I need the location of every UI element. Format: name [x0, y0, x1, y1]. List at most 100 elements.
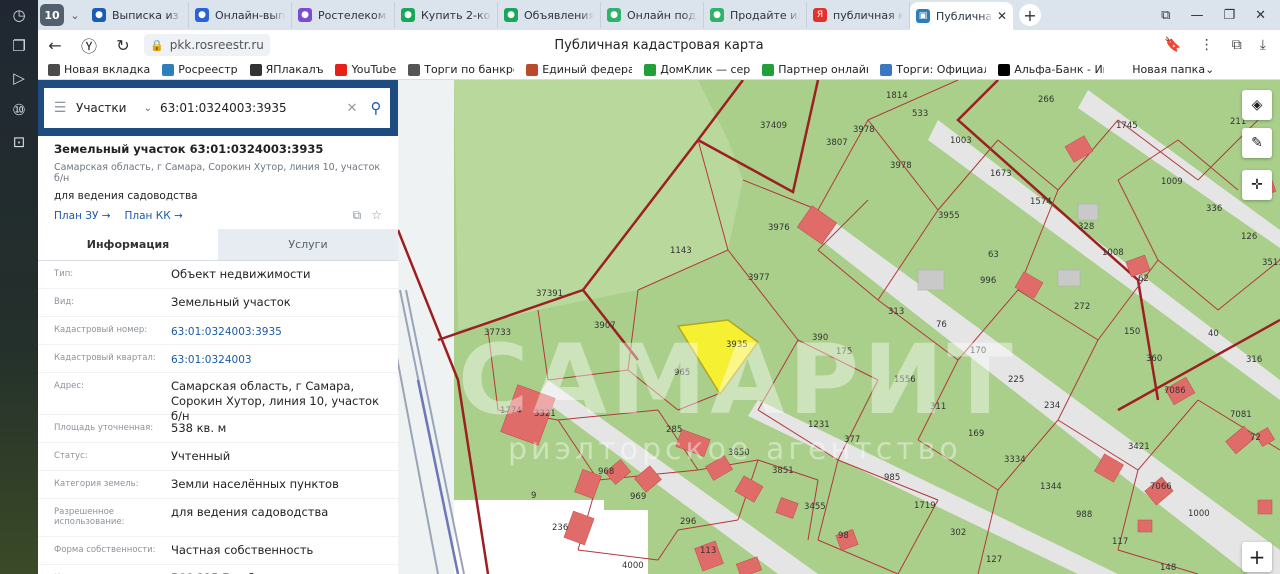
yandex-icon[interactable]: Ⓨ: [72, 33, 106, 57]
menu-icon[interactable]: ☰: [44, 100, 76, 116]
zoom-in-button[interactable]: +: [1242, 542, 1272, 572]
bookmark-item[interactable]: Альфа-Банк - Интернет: [998, 63, 1104, 76]
parcel-label[interactable]: 72: [1250, 433, 1261, 443]
parcel-label[interactable]: 3851: [772, 466, 794, 476]
bookmark-item[interactable]: Новая папка ⌄: [1116, 63, 1214, 76]
parcel-label[interactable]: 3421: [1128, 442, 1150, 452]
parcel-label[interactable]: 126: [1241, 232, 1257, 242]
reload-icon[interactable]: ↻: [106, 36, 140, 55]
screenshot-icon[interactable]: ⊡: [0, 126, 38, 158]
parcel-label[interactable]: 1745: [1116, 121, 1138, 131]
parcel-label[interactable]: 296: [680, 517, 696, 527]
parcel-label[interactable]: 313: [888, 307, 904, 317]
bookmark-item[interactable]: Росреестр: [162, 63, 238, 76]
parcel-label[interactable]: 1814: [886, 91, 908, 101]
tab-4[interactable]: ● Объявления: [498, 2, 601, 28]
parcel-label[interactable]: 1008: [1102, 248, 1124, 258]
parcel-label[interactable]: 63: [988, 250, 999, 260]
close-icon[interactable]: ✕: [993, 9, 1007, 23]
bookmark-item[interactable]: ЯПлакалъ: [249, 63, 323, 76]
parcel-label[interactable]: 236: [552, 523, 568, 533]
chevron-down-icon[interactable]: ⌄: [64, 9, 86, 22]
parcel-label[interactable]: 969: [630, 492, 646, 502]
parcel-label[interactable]: 4000: [622, 561, 644, 571]
parcel-label[interactable]: 148: [1160, 563, 1176, 573]
info-value-link[interactable]: 63:01:0324003:3935: [171, 317, 386, 344]
parcel-label[interactable]: 37409: [760, 121, 787, 131]
ruler-icon[interactable]: ✎: [1242, 128, 1272, 158]
parcel-label[interactable]: 3976: [768, 223, 790, 233]
parcel-label[interactable]: 3511: [1262, 258, 1280, 268]
cadastral-map[interactable]: 3740938073978181453326617452112491003397…: [398, 80, 1280, 574]
more-menu-icon[interactable]: ⋮: [1200, 37, 1214, 53]
tab-services[interactable]: Услуги: [218, 229, 398, 260]
bookmark-item[interactable]: Торги: Официальный: [880, 63, 986, 76]
collections-icon[interactable]: ❐: [0, 30, 38, 62]
maximize-icon[interactable]: ❐: [1223, 8, 1235, 23]
parcel-label[interactable]: 266: [1038, 95, 1054, 105]
plan-zu-link[interactable]: План ЗУ →: [54, 210, 111, 222]
bookmark-item[interactable]: Торги по банкротству: [408, 63, 514, 76]
parcel-label[interactable]: 988: [1076, 510, 1092, 520]
star-icon[interactable]: ☆: [371, 208, 382, 223]
restore-pages-icon[interactable]: ⧉: [1161, 8, 1170, 23]
parcel-label[interactable]: 3334: [1004, 455, 1026, 465]
search-input[interactable]: 63:01:0324003:3935: [160, 101, 342, 115]
parcel-label[interactable]: 9: [531, 491, 536, 501]
parcel-label[interactable]: 336: [1206, 204, 1222, 214]
parcel-label[interactable]: 3978: [853, 125, 875, 135]
parcel-label[interactable]: 996: [980, 276, 996, 286]
tab-active[interactable]: ▣ Публичная кадастровая карта ✕: [910, 2, 1013, 30]
bookmark-item[interactable]: Новая вкладка: [48, 63, 150, 76]
new-tab-button[interactable]: +: [1019, 4, 1041, 26]
tab-info[interactable]: Информация: [38, 229, 218, 260]
parcel-label[interactable]: 1000: [1188, 509, 1210, 519]
bookmark-item[interactable]: ДомКлик — сервис: [644, 63, 750, 76]
parcel-label[interactable]: 1673: [990, 169, 1012, 179]
parcel-label[interactable]: 968: [598, 467, 614, 477]
parcel-label[interactable]: 98: [838, 531, 849, 541]
parcel-label[interactable]: 302: [950, 528, 966, 538]
translate-icon[interactable]: ⧉: [1232, 37, 1242, 53]
tab-2[interactable]: ● Ростелеком Бизнес: [292, 2, 395, 28]
locate-icon[interactable]: ✛: [1242, 170, 1272, 200]
parcel-label[interactable]: 127: [986, 555, 1002, 565]
parcel-label[interactable]: 1143: [670, 246, 692, 256]
tab-5[interactable]: ● Онлайн подача: [601, 2, 704, 28]
parcel-label[interactable]: 7081: [1230, 410, 1252, 420]
parcel-label[interactable]: 272: [1074, 302, 1090, 312]
tab-7[interactable]: Япубличная кадастровая: [807, 2, 910, 28]
info-value-link[interactable]: 63:01:0324003: [171, 345, 386, 372]
parcel-label[interactable]: 3977: [748, 273, 770, 283]
clear-icon[interactable]: ✕: [342, 101, 362, 116]
parcel-label[interactable]: 40: [1208, 329, 1219, 339]
bookmark-icon[interactable]: 🔖: [1164, 37, 1181, 53]
search-icon[interactable]: ⚲: [362, 99, 390, 117]
parcel-label[interactable]: 7066: [1150, 482, 1172, 492]
parcel-label[interactable]: 533: [912, 109, 928, 119]
parcel-label[interactable]: 3455: [804, 502, 826, 512]
parcel-label[interactable]: 360: [1146, 354, 1162, 364]
clock-icon[interactable]: ◷: [0, 0, 38, 30]
parcel-label[interactable]: 985: [884, 473, 900, 483]
parcel-label[interactable]: 234: [1044, 401, 1060, 411]
bookmark-item[interactable]: Партнер онлайн: [762, 63, 868, 76]
parcel-label[interactable]: 316: [1246, 355, 1262, 365]
parcel-label[interactable]: 1574: [1030, 197, 1052, 207]
download-icon[interactable]: ⤓: [1260, 37, 1266, 53]
parcel-label[interactable]: 1003: [950, 136, 972, 146]
parcel-label[interactable]: 3955: [938, 211, 960, 221]
parcel-label[interactable]: 1009: [1161, 177, 1183, 187]
tab-3[interactable]: ● Купить 2-комнатную: [395, 2, 498, 28]
parcel-label[interactable]: 117: [1112, 537, 1128, 547]
layers-icon[interactable]: ◈: [1242, 90, 1272, 120]
bookmark-item[interactable]: YouTube: [335, 63, 396, 76]
tab-1[interactable]: ● Онлайн-выписка: [189, 2, 292, 28]
play-icon[interactable]: ▷: [0, 62, 38, 94]
tab-0[interactable]: ● Выписка из ЕГРН: [86, 2, 189, 28]
back-arrow-icon[interactable]: ←: [38, 36, 72, 55]
parcel-label[interactable]: 7086: [1164, 386, 1186, 396]
parcel-label[interactable]: 328: [1078, 222, 1094, 232]
minimize-icon[interactable]: —: [1190, 8, 1203, 23]
search-type-select[interactable]: Участки ⌄: [76, 101, 160, 115]
